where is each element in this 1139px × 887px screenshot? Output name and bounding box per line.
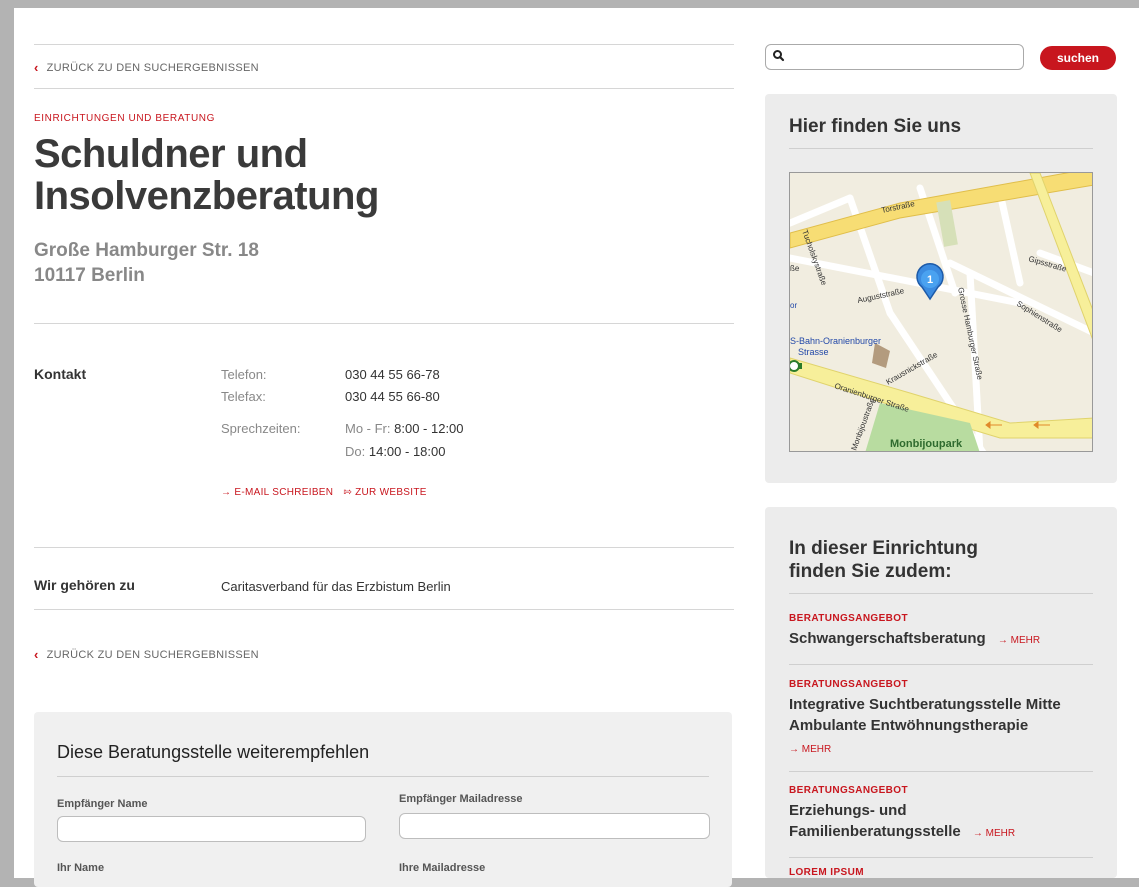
also-here-heading-line-1: In dieser Einrichtung <box>789 538 978 559</box>
recommend-title: Diese Beratungsstelle weiterempfehlen <box>57 742 370 762</box>
offer-2-more-link[interactable]: → MEHR <box>789 744 831 755</box>
page-title: Schuldner und Insolvenzberatung <box>34 133 379 217</box>
offer-2-category: BERATUNGSANGEBOT <box>789 679 908 690</box>
title-line-2: Insolvenzberatung <box>34 174 379 218</box>
divider <box>34 44 734 45</box>
membership-value: Caritasverband für das Erzbistum Berlin <box>221 579 451 594</box>
map-graphic: Torstraße Tucholskystraße Auguststraße G… <box>790 173 1092 451</box>
offer-3-title-line-2-text: Familienberatungsstelle <box>789 823 961 840</box>
back-label: ZURÜCK ZU DEN SUCHERGEBNISSEN <box>46 61 259 74</box>
divider <box>789 664 1093 665</box>
map-label-station-2: Strasse <box>798 347 829 357</box>
divider <box>789 857 1093 858</box>
offer-2-title-line-2: Ambulante Entwöhnungstherapie <box>789 717 1029 734</box>
search-input[interactable] <box>765 44 1024 70</box>
location-map[interactable]: Torstraße Tucholskystraße Auguststraße G… <box>789 172 1093 452</box>
fax-label: Telefax: <box>221 389 266 404</box>
arrow-right-icon: → <box>789 744 799 755</box>
arrow-right-icon: → <box>997 635 1008 646</box>
website-link[interactable]: ⇰ ZUR WEBSITE <box>343 487 426 498</box>
website-link-label: ZUR WEBSITE <box>355 487 427 498</box>
search-icon <box>773 50 785 62</box>
divider <box>789 771 1093 772</box>
recipient-name-label: Empfänger Name <box>57 798 148 810</box>
your-mail-label: Ihre Mailadresse <box>399 862 486 874</box>
offer-1-more-link[interactable]: → MEHR <box>998 635 1040 646</box>
hours-2-days: Do: <box>345 444 366 459</box>
chevron-left-icon: ‹ <box>34 60 39 75</box>
offer-2-title-line-1: Integrative Suchtberatungsstelle Mitte <box>789 696 1061 713</box>
offer-3[interactable]: Erziehungs- und Familienberatungsstelle … <box>789 800 1099 844</box>
more-label: MEHR <box>801 744 832 755</box>
contact-links: → E-MAIL SCHREIBEN ⇰ ZUR WEBSITE <box>221 487 427 498</box>
divider <box>34 547 734 548</box>
divider <box>34 88 734 89</box>
also-here-heading-line-2: finden Sie zudem: <box>789 561 952 582</box>
offer-1-title: Schwangerschaftsberatung <box>789 630 986 647</box>
search-button[interactable]: suchen <box>1040 46 1116 70</box>
title-line-1: Schuldner und <box>34 132 308 176</box>
back-label: ZURÜCK ZU DEN SUCHERGEBNISSEN <box>46 648 259 661</box>
more-label: MEHR <box>985 828 1016 839</box>
your-name-label: Ihr Name <box>57 862 105 874</box>
email-link[interactable]: → E-MAIL SCHREIBEN <box>221 487 333 498</box>
external-link-icon: ⇰ <box>343 487 352 498</box>
offer-3-category: BERATUNGSANGEBOT <box>789 785 908 796</box>
offer-3-more-link[interactable]: → MEHR <box>973 828 1015 839</box>
more-label: MEHR <box>1010 635 1041 646</box>
hours-row-1: Mo - Fr: 8:00 - 12:00 <box>345 421 464 436</box>
hours-label: Sprechzeiten: <box>221 421 301 436</box>
chevron-left-icon: ‹ <box>34 647 39 662</box>
map-label-monbijoupark: Monbijoupark <box>890 438 963 450</box>
hours-1-days: Mo - Fr: <box>345 421 391 436</box>
divider <box>789 148 1093 149</box>
recipient-mail-input[interactable] <box>399 813 710 839</box>
offer-3-title-line-2: Familienberatungsstelle → MEHR <box>789 821 1099 844</box>
address: Große Hamburger Str. 18 10117 Berlin <box>34 238 259 288</box>
recommend-form: Diese Beratungsstelle weiterempfehlen Em… <box>34 712 732 887</box>
address-street: Große Hamburger Str. 18 <box>34 240 259 261</box>
page: ‹ ZURÜCK ZU DEN SUCHERGEBNISSEN EINRICHT… <box>14 8 1139 887</box>
offer-3-title-line-1: Erziehungs- und <box>789 802 907 819</box>
phone-label: Telefon: <box>221 367 267 382</box>
email-link-label: E-MAIL SCHREIBEN <box>234 487 334 498</box>
arrow-right-icon: → <box>221 487 232 498</box>
map-label-cut-1: ße <box>790 264 800 273</box>
divider <box>34 323 734 324</box>
recipient-name-input[interactable] <box>57 816 366 842</box>
hours-1-time: 8:00 - 12:00 <box>394 421 464 436</box>
map-label-cut-2: or <box>790 301 797 310</box>
also-here-box: In dieser Einrichtung finden Sie zudem: … <box>765 507 1117 878</box>
contact-heading: Kontakt <box>34 366 87 382</box>
phone-value[interactable]: 030 44 55 66-78 <box>345 367 440 382</box>
location-heading: Hier finden Sie uns <box>789 116 962 137</box>
back-to-results-link-top[interactable]: ‹ ZURÜCK ZU DEN SUCHERGEBNISSEN <box>34 60 259 75</box>
divider <box>57 776 709 777</box>
offer-2[interactable]: Integrative Suchtberatungsstelle Mitte A… <box>789 694 1099 736</box>
offer-1[interactable]: Schwangerschaftsberatung → MEHR <box>789 628 1099 651</box>
back-to-results-link-bottom[interactable]: ‹ ZURÜCK ZU DEN SUCHERGEBNISSEN <box>34 647 259 662</box>
map-pin-label: 1 <box>927 274 933 286</box>
divider <box>789 593 1093 594</box>
location-box: Hier finden Sie uns Torstraße Tucholskys… <box>765 94 1117 483</box>
arrow-right-icon: → <box>972 828 983 839</box>
offer-4-category: LOREM IPSUM <box>789 867 864 878</box>
address-city: 10117 Berlin <box>34 265 145 286</box>
membership-heading: Wir gehören zu <box>34 577 135 593</box>
divider <box>34 609 734 610</box>
entry-category: EINRICHTUNGEN UND BERATUNG <box>34 113 215 124</box>
hours-row-2: Do: 14:00 - 18:00 <box>345 444 445 459</box>
also-here-heading: In dieser Einrichtung finden Sie zudem: <box>789 537 978 583</box>
map-label-station-1: S-Bahn-Oranienburger <box>790 336 881 346</box>
fax-value: 030 44 55 66-80 <box>345 389 440 404</box>
recipient-mail-label: Empfänger Mailadresse <box>399 793 523 805</box>
hours-2-time: 14:00 - 18:00 <box>368 444 446 459</box>
offer-1-category: BERATUNGSANGEBOT <box>789 613 908 624</box>
